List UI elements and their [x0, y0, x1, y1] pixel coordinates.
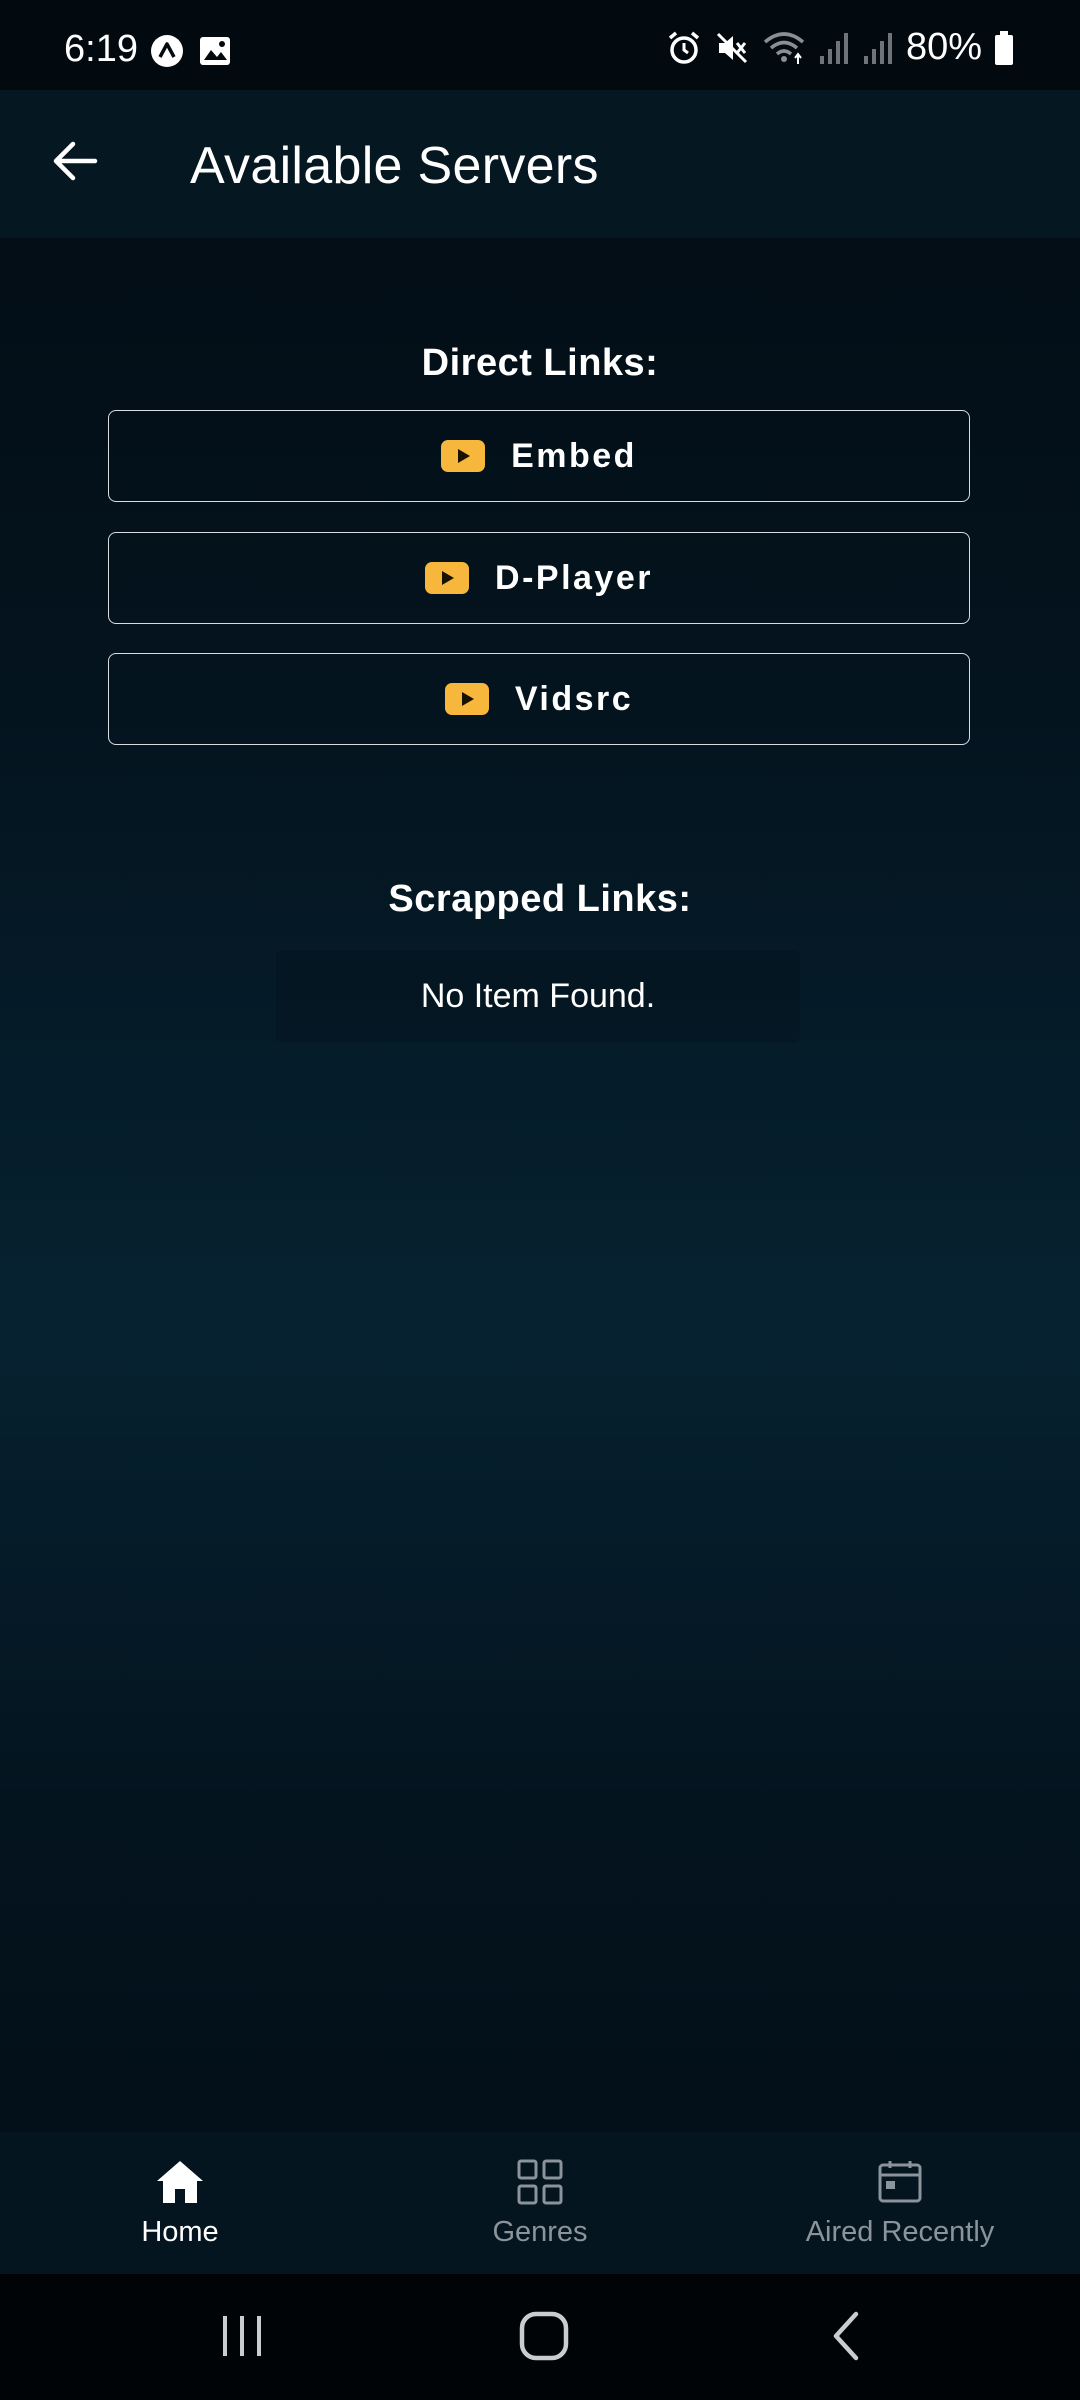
signal-icon: [819, 32, 848, 64]
empty-state: No Item Found.: [276, 950, 800, 1042]
server-label: D-Player: [495, 558, 653, 597]
signal-icon-2: [863, 32, 892, 64]
bottom-navigation: Home Genres Aired Recently: [0, 2132, 1080, 2274]
mute-icon: [716, 32, 747, 63]
scrapped-links-heading: Scrapped Links:: [388, 878, 692, 920]
home-circle-icon: [519, 2311, 569, 2361]
server-label: Embed: [511, 436, 637, 475]
system-navigation-bar: [0, 2274, 1080, 2400]
app-bar: Available Servers: [0, 90, 1080, 238]
alarm-icon: [668, 31, 700, 64]
play-video-icon: [425, 562, 470, 594]
empty-state-text: No Item Found.: [420, 976, 656, 1015]
screen: 6:19 80% Available Servers Direct Links:…: [0, 0, 1080, 2400]
status-time: 6:19: [64, 28, 138, 70]
recent-apps-button[interactable]: [202, 2304, 282, 2368]
recent-apps-icon: [223, 2316, 261, 2356]
grid-icon: [517, 2159, 563, 2205]
chevron-left-icon: [833, 2311, 859, 2361]
back-system-button[interactable]: [806, 2304, 886, 2368]
arrow-left-icon: [53, 141, 98, 181]
calendar-icon: [878, 2161, 922, 2203]
play-video-icon: [441, 440, 486, 472]
back-button[interactable]: [40, 126, 110, 196]
wifi-icon: [763, 31, 805, 64]
image-notification-icon: [200, 37, 230, 65]
status-notification-icons: [150, 34, 232, 68]
app-notification-icon: [151, 35, 183, 67]
server-button-d-player[interactable]: D-Player: [108, 532, 970, 624]
battery-percentage: 80%: [905, 26, 982, 68]
server-button-vidsrc[interactable]: Vidsrc: [108, 653, 970, 745]
battery-icon: [995, 30, 1013, 65]
nav-item-aired-recently[interactable]: Aired Recently: [720, 2132, 1080, 2274]
nav-item-home[interactable]: Home: [0, 2132, 360, 2274]
home-system-button[interactable]: [504, 2304, 584, 2368]
nav-label: Aired Recently: [805, 2216, 995, 2248]
play-video-icon: [444, 683, 489, 715]
status-system-icons: 80%: [666, 26, 1014, 69]
server-button-embed[interactable]: Embed: [108, 410, 970, 502]
home-icon: [157, 2161, 203, 2203]
nav-item-genres[interactable]: Genres: [360, 2132, 720, 2274]
server-label: Vidsrc: [514, 679, 634, 718]
direct-links-heading: Direct Links:: [421, 342, 659, 384]
nav-label: Home: [141, 2216, 219, 2248]
status-bar: 6:19 80%: [0, 0, 1080, 90]
nav-label: Genres: [492, 2216, 588, 2248]
page-title: Available Servers: [190, 137, 599, 195]
